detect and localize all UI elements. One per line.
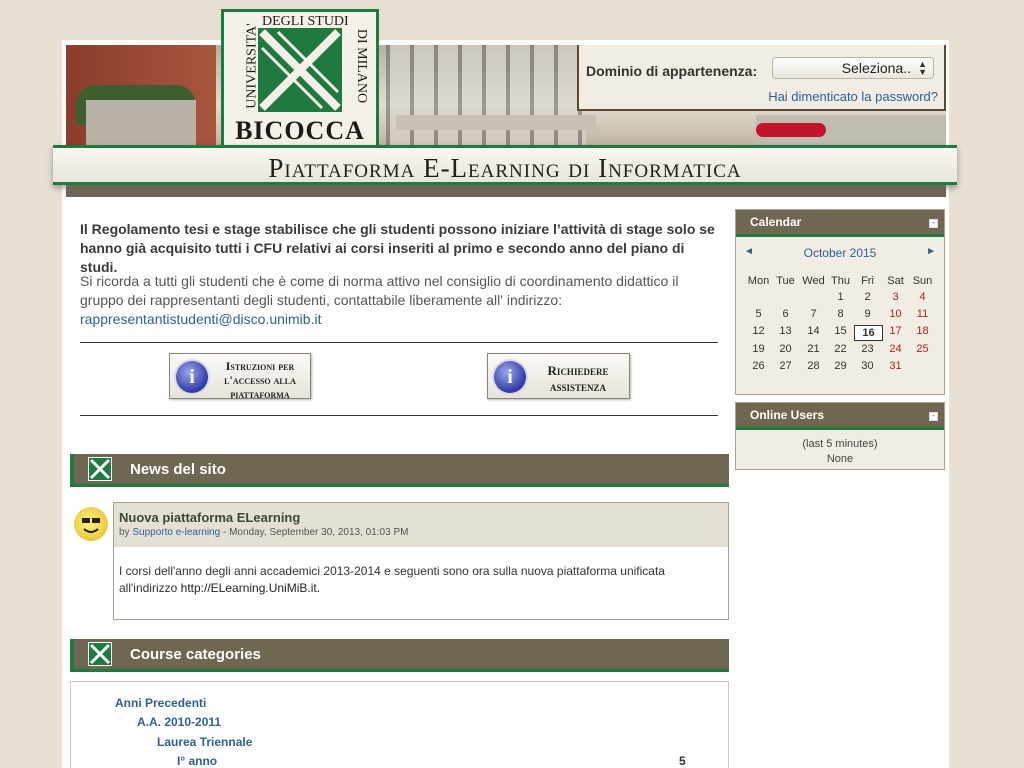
intro-paragraph: Si ricorda a tutti gli studenti che è co… bbox=[80, 273, 679, 308]
bench-row bbox=[396, 115, 596, 130]
calendar-day[interactable]: 1 bbox=[827, 291, 854, 303]
calendar-day[interactable]: 30 bbox=[854, 360, 881, 372]
calendar-day[interactable]: 3 bbox=[882, 291, 909, 303]
categories-title: Course categories bbox=[130, 646, 261, 663]
logo-name: BICOCCA bbox=[235, 116, 365, 145]
calendar-title: Calendar bbox=[750, 215, 802, 229]
calendar-day[interactable]: 25 bbox=[909, 343, 936, 355]
category-count: 5 bbox=[679, 754, 686, 768]
calendar-day[interactable]: 4 bbox=[909, 291, 936, 303]
calendar-day[interactable]: 26 bbox=[745, 360, 772, 372]
request-help-label: Richiedere assistenza bbox=[547, 363, 609, 394]
weekday-header: Wed bbox=[802, 275, 825, 287]
weekday-header: Thu bbox=[831, 275, 850, 287]
request-help-button[interactable]: i Richiedere assistenza bbox=[487, 353, 630, 399]
category-item[interactable]: I° anno bbox=[177, 754, 217, 768]
weekday-header: Fri bbox=[861, 275, 874, 287]
title-banner: Piattaforma E-Learning di Informatica bbox=[53, 145, 957, 185]
online-users-block: Online Users - (last 5 minutes) None bbox=[735, 402, 945, 470]
weekday-header: Sun bbox=[912, 275, 933, 287]
post-header: Nuova piattaforma ELearning by Supporto … bbox=[114, 503, 728, 547]
weekday-header: Mon bbox=[747, 275, 770, 287]
calendar-day[interactable]: 19 bbox=[745, 343, 772, 355]
post-body: I corsi dell'anno degli anni accademici … bbox=[119, 564, 665, 595]
site-title: Piattaforma E-Learning di Informatica bbox=[268, 153, 742, 183]
access-instructions-button[interactable]: i Istruzioni per l'accesso alla piattafo… bbox=[169, 353, 311, 401]
collapse-icon[interactable]: - bbox=[929, 219, 938, 228]
logo-text-right: DI MILANO bbox=[354, 28, 370, 104]
access-instructions-label: Istruzioni per l'accesso alla piattaform… bbox=[224, 359, 296, 401]
category-list: Anni Precedenti A.A. 2010-2011 Laurea Tr… bbox=[70, 681, 729, 768]
news-title: News del sito bbox=[130, 461, 226, 478]
calendar-day[interactable]: 14 bbox=[800, 325, 827, 337]
divider-bottom bbox=[80, 415, 718, 416]
calendar-day[interactable]: 29 bbox=[827, 360, 854, 372]
calendar-day[interactable]: 23 bbox=[854, 343, 881, 355]
intro-text: Si ricorda a tutti gli studenti che è co… bbox=[80, 272, 720, 329]
intro-notice: Il Regolamento tesi e stage stabilisce c… bbox=[80, 221, 715, 275]
category-item[interactable]: A.A. 2010-2011 bbox=[137, 715, 221, 729]
next-month-icon[interactable]: ► bbox=[926, 246, 936, 257]
weekday-header: Sat bbox=[887, 275, 904, 287]
post-title: Nuova piattaforma ELearning bbox=[119, 510, 301, 525]
news-post: Nuova piattaforma ELearning by Supporto … bbox=[113, 502, 729, 620]
info-icon: i bbox=[494, 361, 526, 393]
logo-emblem-icon bbox=[258, 28, 342, 112]
section-logo-icon bbox=[88, 642, 112, 666]
header-underbar bbox=[66, 185, 946, 197]
calendar-day[interactable]: 28 bbox=[800, 360, 827, 372]
category-item[interactable]: Laurea Triennale bbox=[157, 735, 252, 749]
online-users-none: None bbox=[826, 453, 854, 465]
calendar-header: Calendar - bbox=[736, 210, 944, 237]
calendar-day[interactable]: 8 bbox=[827, 308, 854, 320]
section-logo-icon bbox=[88, 457, 112, 481]
post-link[interactable]: http://ELearning.UniMiB.it. bbox=[181, 581, 320, 595]
calendar-day[interactable]: 10 bbox=[882, 308, 909, 320]
post-meta: by Supporto e-learning - Monday, Septemb… bbox=[119, 527, 409, 538]
collapse-icon[interactable]: - bbox=[929, 412, 938, 421]
online-users-header: Online Users - bbox=[736, 403, 944, 430]
calendar-day[interactable]: 11 bbox=[909, 308, 936, 320]
domain-select-value: Seleziona.. bbox=[841, 60, 911, 76]
categories-header: Course categories bbox=[70, 639, 729, 672]
calendar-day[interactable]: 9 bbox=[854, 308, 881, 320]
calendar-today[interactable]: 16 bbox=[854, 325, 883, 341]
online-users-title: Online Users bbox=[750, 408, 825, 422]
calendar-day[interactable]: 7 bbox=[800, 308, 827, 320]
calendar-day[interactable]: 13 bbox=[772, 325, 799, 337]
calendar-day[interactable]: 20 bbox=[772, 343, 799, 355]
forgot-password-link[interactable]: Hai dimenticato la password? bbox=[768, 89, 938, 104]
calendar-day[interactable]: 2 bbox=[854, 291, 881, 303]
weekday-header: Tue bbox=[776, 275, 795, 287]
calendar-day[interactable]: 22 bbox=[827, 343, 854, 355]
divider-top bbox=[80, 342, 718, 343]
calendar-month[interactable]: October 2015 bbox=[736, 246, 944, 260]
post-author-link[interactable]: Supporto e-learning bbox=[132, 527, 220, 538]
calendar-day[interactable]: 31 bbox=[882, 360, 909, 372]
building-windows bbox=[386, 45, 586, 145]
news-header: News del sito bbox=[70, 454, 729, 487]
calendar-day[interactable]: 24 bbox=[882, 343, 909, 355]
planter bbox=[86, 100, 196, 145]
domain-select[interactable]: Seleziona.. ▲ ▼ bbox=[772, 57, 934, 79]
online-users-period: (last 5 minutes) bbox=[802, 438, 878, 450]
select-arrows-icon: ▲ ▼ bbox=[918, 59, 927, 77]
calendar-day[interactable]: 5 bbox=[745, 308, 772, 320]
calendar-day[interactable]: 27 bbox=[772, 360, 799, 372]
calendar-day[interactable]: 6 bbox=[772, 308, 799, 320]
university-logo[interactable]: DEGLI STUDI UNIVERSITA' DI MILANO BICOCC… bbox=[221, 9, 379, 149]
calendar-day[interactable]: 12 bbox=[745, 325, 772, 337]
calendar-day[interactable]: 15 bbox=[827, 325, 854, 337]
info-icon: i bbox=[176, 361, 208, 393]
author-avatar[interactable] bbox=[74, 507, 108, 541]
calendar-block: Calendar - ◄ October 2015 ► Mon Tue Wed Thu… bbox=[735, 209, 945, 395]
calendar-day[interactable]: 18 bbox=[909, 325, 936, 337]
category-item[interactable]: Anni Precedenti bbox=[115, 696, 206, 710]
red-flowers bbox=[756, 123, 826, 137]
domain-label: Dominio di appartenenza: bbox=[586, 63, 758, 79]
calendar-day[interactable]: 17 bbox=[882, 325, 909, 337]
email-link[interactable]: rappresentantistudenti@disco.unimib.it bbox=[80, 311, 321, 327]
login-box: Dominio di appartenenza: Seleziona.. ▲ ▼ … bbox=[577, 45, 946, 111]
calendar-day[interactable]: 21 bbox=[800, 343, 827, 355]
